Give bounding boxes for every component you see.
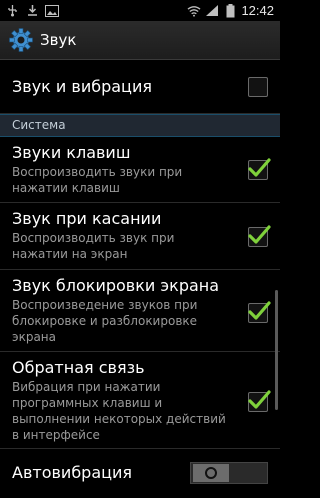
- clock: 12:42: [241, 3, 274, 18]
- lock-sound-row[interactable]: Звук блокировки экрана Воспроизведение з…: [0, 270, 280, 352]
- check-icon: [248, 390, 271, 409]
- battery-icon: [223, 3, 237, 17]
- key-tones-subtitle: Воспроизводить звуки при нажатии клавиш: [12, 165, 183, 195]
- scrollbar[interactable]: [275, 290, 278, 410]
- status-bar: 12:42: [0, 0, 280, 21]
- lock-sound-subtitle: Воспроизведение звуков при блокировке и …: [12, 298, 198, 344]
- gear-icon[interactable]: [8, 27, 34, 53]
- lock-sound-title: Звук блокировки экрана: [12, 276, 220, 295]
- key-tones-checkbox[interactable]: [248, 158, 271, 180]
- section-header-system: Система: [0, 114, 280, 137]
- sound-vibration-row[interactable]: Звук и вибрация: [0, 60, 280, 114]
- haptic-feedback-row[interactable]: Обратная связь Вибрация при нажатии прог…: [0, 352, 280, 449]
- gallery-icon: [45, 4, 59, 17]
- check-icon: [248, 225, 271, 244]
- page-title: Звук: [40, 31, 77, 49]
- download-icon: [25, 4, 39, 17]
- touch-sounds-title: Звук при касании: [12, 209, 162, 228]
- haptic-feedback-checkbox[interactable]: [248, 390, 271, 412]
- key-tones-row[interactable]: Звуки клавиш Воспроизводить звуки при на…: [0, 137, 280, 203]
- signal-icon: [205, 4, 219, 17]
- action-bar: Звук: [0, 21, 280, 60]
- key-tones-title: Звуки клавиш: [12, 143, 131, 162]
- check-icon: [248, 158, 271, 177]
- auto-vibration-row[interactable]: Автовибрация: [0, 449, 280, 498]
- lock-sound-checkbox[interactable]: [248, 301, 271, 323]
- toggle-knob[interactable]: [193, 464, 229, 482]
- wifi-icon: [187, 4, 201, 17]
- sound-vibration-title: Звук и вибрация: [12, 77, 152, 96]
- settings-list: Звук и вибрация Система Звуки клавиш Вос…: [0, 60, 280, 498]
- auto-vibration-toggle[interactable]: [190, 462, 268, 484]
- toggle-off-icon: [205, 467, 217, 479]
- usb-icon: [5, 4, 19, 17]
- touch-sounds-checkbox[interactable]: [248, 225, 271, 247]
- haptic-feedback-subtitle: Вибрация при нажатии программных клавиш …: [12, 380, 226, 442]
- haptic-feedback-title: Обратная связь: [12, 358, 145, 377]
- check-icon: [248, 301, 271, 320]
- touch-sounds-row[interactable]: Звук при касании Воспроизводить звук при…: [0, 203, 280, 270]
- touch-sounds-subtitle: Воспроизводить звук при нажатии на экран: [12, 231, 175, 261]
- sound-vibration-checkbox[interactable]: [248, 77, 268, 97]
